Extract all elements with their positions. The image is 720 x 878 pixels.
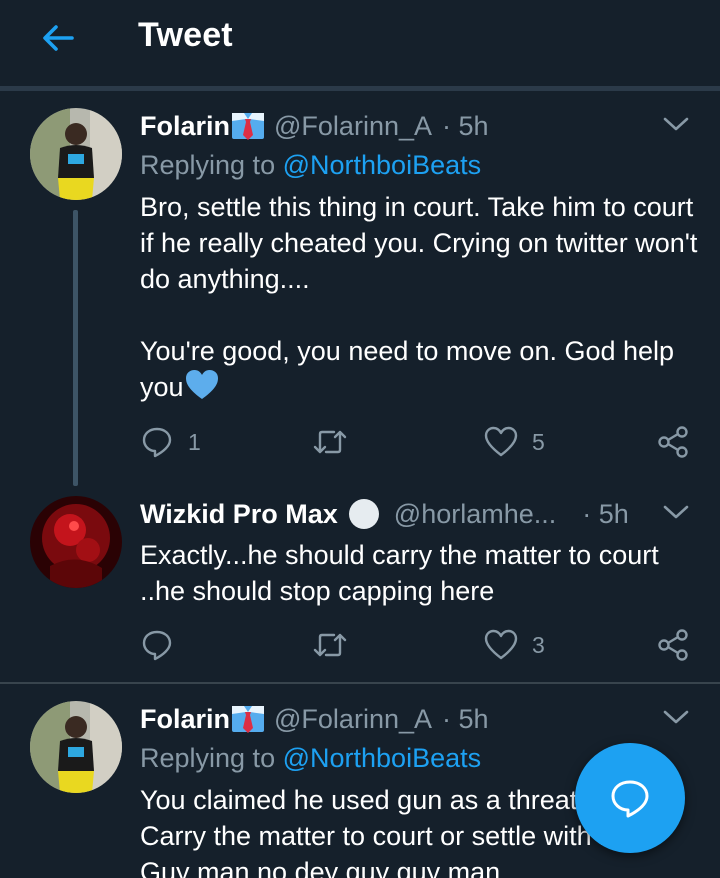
avatar[interactable] (30, 701, 122, 793)
reply-count: 1 (188, 428, 201, 455)
replying-to: Replying to @NorthboiBeats (140, 743, 481, 774)
chevron-down-icon (663, 710, 689, 724)
share-button[interactable] (656, 424, 690, 460)
page-title: Tweet (138, 16, 233, 54)
replying-to-label: Replying to (140, 743, 276, 773)
header-divider (0, 86, 720, 91)
mention-link[interactable]: @NorthboiBeats (283, 743, 482, 773)
tweet-divider (0, 682, 720, 684)
avatar[interactable] (30, 496, 122, 588)
tweet-text-content: Bro, settle this thing in court. Take hi… (140, 192, 698, 402)
tweet-text: Bro, settle this thing in court. Take hi… (140, 189, 700, 405)
retweet-button[interactable] (312, 424, 362, 460)
tweet-text: Exactly...he should carry the matter to … (140, 540, 667, 606)
necktie-emoji (232, 111, 265, 141)
tweet-actions: 1 5 (140, 424, 700, 460)
display-name[interactable]: Folarin (140, 704, 230, 735)
replying-to-label: Replying to (140, 150, 276, 180)
reply-icon (142, 630, 172, 661)
retweet-icon (313, 633, 347, 657)
tweet-header: Folarin @Folarinn_A · 5h (140, 109, 489, 143)
replying-to: Replying to @NorthboiBeats (140, 150, 481, 181)
reply-button[interactable]: 1 (140, 424, 201, 460)
timestamp: · 5h (442, 703, 489, 734)
back-button[interactable] (38, 20, 78, 56)
compose-reply-button[interactable] (575, 743, 685, 853)
chevron-down-icon (663, 505, 689, 519)
share-icon (658, 629, 688, 661)
reply-icon (142, 427, 172, 458)
tweet-menu-button[interactable] (662, 502, 690, 522)
avatar-photo (30, 108, 122, 200)
retweet-icon (313, 430, 347, 454)
like-button[interactable]: 5 (484, 424, 545, 460)
mention-link[interactable]: @NorthboiBeats (283, 150, 482, 180)
top-bar: Tweet (0, 0, 720, 86)
necktie-emoji (232, 704, 265, 734)
reply-button[interactable] (140, 627, 188, 663)
display-name[interactable]: Wizkid Pro Max (140, 499, 338, 530)
chevron-down-icon (663, 117, 689, 131)
retweet-button[interactable] (312, 627, 362, 663)
arrow-left-icon (43, 25, 74, 51)
timestamp: · 5h (442, 110, 489, 141)
compose-reply-icon (611, 780, 649, 818)
tweet-header: Folarin @Folarinn_A · 5h (140, 702, 489, 736)
heart-icon (484, 426, 518, 457)
tweet-menu-button[interactable] (662, 114, 690, 134)
avatar-photo (30, 496, 122, 588)
blue-heart-emoji (184, 369, 220, 401)
share-icon (658, 426, 688, 458)
tweet-header: Wizkid Pro Max @horlamhe... · 5h (140, 497, 629, 531)
tweet-menu-button[interactable] (662, 707, 690, 727)
user-handle[interactable]: @Folarinn_A (274, 704, 432, 735)
like-count: 3 (532, 631, 545, 658)
tweet-actions: 3 (140, 627, 700, 663)
user-handle[interactable]: @horlamhe... (394, 499, 556, 530)
white-circle-emoji (348, 498, 380, 530)
like-button[interactable]: 3 (484, 627, 545, 663)
display-name[interactable]: Folarin (140, 111, 230, 142)
thread-line (73, 210, 78, 486)
avatar[interactable] (30, 108, 122, 200)
user-handle[interactable]: @Folarinn_A (274, 111, 432, 142)
avatar-photo (30, 701, 122, 793)
share-button[interactable] (656, 627, 690, 663)
heart-icon (484, 629, 518, 660)
timestamp: · 5h (582, 498, 629, 529)
like-count: 5 (532, 428, 545, 455)
